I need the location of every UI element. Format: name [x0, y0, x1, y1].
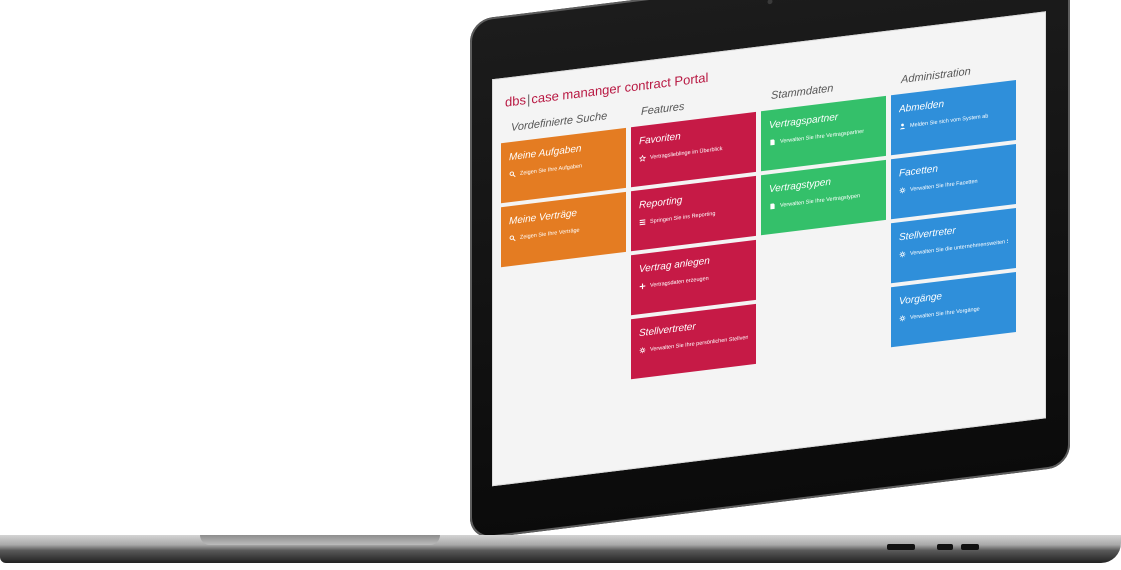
brand-prefix: dbs — [505, 92, 526, 110]
laptop-lid: dbs|case mananger contract Portal Vordef… — [470, 0, 1070, 540]
column-stammdaten: Stammdaten Vertragspartner Verwalten Sie… — [761, 76, 886, 239]
tile-subtitle-text: Verwalten Sie Ihre Facetten — [910, 178, 978, 193]
list-icon — [639, 218, 646, 226]
tile-facetten[interactable]: Facetten Verwalten Sie Ihre Facetten — [891, 143, 1016, 220]
tile-subtitle-text: Zeigen Sie Ihre Verträge — [520, 227, 580, 241]
tile-meine-vertraege[interactable]: Meine Verträge Zeigen Sie Ihre Verträge — [501, 191, 626, 268]
tile-subtitle-text: Verwalten Sie Ihre Vorgänge — [910, 305, 980, 321]
tile-subtitle-text: Melden Sie sich vom System ab — [910, 112, 989, 129]
brand-separator: | — [526, 91, 531, 108]
sd-card-slot — [887, 544, 915, 550]
tile-meine-aufgaben[interactable]: Meine Aufgaben Zeigen Sie Ihre Aufgaben — [501, 127, 626, 204]
portal-app: dbs|case mananger contract Portal Vordef… — [493, 12, 1045, 485]
tile-reporting[interactable]: Reporting Springen Sie ins Reporting — [631, 175, 756, 252]
gear-icon — [899, 186, 906, 194]
tile-subtitle-text: Vertragslieblinge im Überblick — [650, 145, 723, 161]
tile-stellvertreter-admin[interactable]: Stellvertreter Verwalten Sie die unterne… — [891, 207, 1016, 284]
column-administration: Administration Abmelden Melden Sie sich … — [891, 60, 1016, 351]
usb-port — [937, 544, 953, 550]
tile-subtitle-text: Springen Sie ins Reporting — [650, 210, 716, 225]
tile-vertrag-anlegen[interactable]: Vertrag anlegen Vertragsdaten erzeugen — [631, 239, 756, 316]
document-icon — [769, 202, 776, 210]
laptop-base — [0, 535, 1121, 563]
tile-subtitle-text: Zeigen Sie Ihre Aufgaben — [520, 162, 583, 177]
tile-subtitle-text: Verwalten Sie Ihre Vertragstypen — [780, 192, 861, 209]
gear-icon — [899, 250, 906, 258]
plus-icon — [639, 282, 646, 290]
tile-subtitle-text: Verwalten Sie Ihre persönlichen Stellver… — [650, 333, 748, 353]
star-icon — [639, 154, 646, 163]
gear-icon — [899, 314, 906, 322]
column-features: Features Favoriten Vertragslieblinge im … — [631, 92, 756, 383]
gear-icon — [639, 346, 646, 354]
tile-vorgaenge[interactable]: Vorgänge Verwalten Sie Ihre Vorgänge — [891, 271, 1016, 348]
webcam — [767, 0, 773, 5]
user-icon — [899, 122, 906, 130]
search-icon — [509, 170, 516, 178]
tile-subtitle-text: Vertragsdaten erzeugen — [650, 275, 709, 289]
document-icon — [769, 138, 776, 146]
tile-vertragspartner[interactable]: Vertragspartner Verwalten Sie Ihre Vertr… — [761, 95, 886, 172]
tile-subtitle-text: Verwalten Sie die unternehmensweiten Ste… — [910, 238, 1008, 257]
thunderbolt-port — [961, 544, 979, 550]
tile-stellvertreter-features[interactable]: Stellvertreter Verwalten Sie Ihre persön… — [631, 303, 756, 380]
search-icon — [509, 234, 516, 242]
tile-abmelden[interactable]: Abmelden Melden Sie sich vom System ab — [891, 79, 1016, 156]
tile-vertragstypen[interactable]: Vertragstypen Verwalten Sie Ihre Vertrag… — [761, 159, 886, 236]
tile-favoriten[interactable]: Favoriten Vertragslieblinge im Überblick — [631, 111, 756, 188]
column-vordefinierte-suche: Vordefinierte Suche Meine Aufgaben Zeige… — [501, 108, 626, 271]
laptop-mockup: dbs|case mananger contract Portal Vordef… — [0, 0, 1121, 570]
laptop-screen: dbs|case mananger contract Portal Vordef… — [492, 11, 1046, 487]
tile-subtitle-text: Verwalten Sie Ihre Vertragspartner — [780, 128, 865, 145]
